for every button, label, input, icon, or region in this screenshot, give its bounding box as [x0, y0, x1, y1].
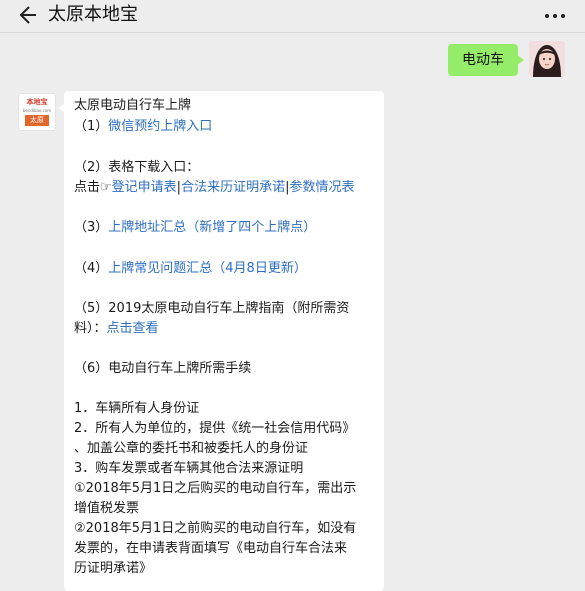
registration-form-link[interactable]: 登记申请表 [112, 180, 177, 195]
bot-avatar[interactable]: 本地宝 bendibao.com 太原 [18, 93, 56, 131]
reply-item-6: （6）电动自行车上牌所需手续 [74, 361, 252, 376]
requirement-3: 3．购车发票或者车辆其他合法来源证明 [74, 461, 304, 476]
reply-item-2: （2）表格下载入口： [74, 160, 200, 175]
reply-item-4: （4）上牌常见问题汇总（4月8日更新） [74, 259, 379, 279]
requirement-2: 2．所有人为单位的，提供《统一社会信用代码》 [74, 421, 356, 436]
top-bar: 太原本地宝 [0, 0, 585, 33]
requirement-3a-cont: 增值税发票 [74, 501, 140, 516]
reply-item-5: （5）2019太原电动自行车上牌指南（附所需资 [74, 301, 350, 316]
avatar-logo-city: 太原 [25, 115, 49, 126]
reply-item-2-links: 点击☞登记申请表|合法来历证明承诺|参数情况表 [74, 178, 379, 198]
chat-title: 太原本地宝 [48, 4, 138, 25]
parameter-form-link[interactable]: 参数情况表 [289, 180, 354, 195]
legal-origin-promise-link[interactable]: 合法来历证明承诺 [181, 180, 285, 195]
avatar-logo-text: 本地宝 [26, 98, 48, 106]
view-guide-link[interactable]: 点击查看 [107, 321, 159, 336]
requirement-3a: ①2018年5月1日之后购买的电动自行车，需出示 [74, 481, 357, 496]
item-3-prefix: （3） [74, 220, 109, 235]
item-5-prefix: 料）： [74, 321, 107, 336]
more-dots-icon[interactable] [543, 7, 567, 25]
user-avatar[interactable] [529, 41, 565, 77]
reply-item-1: （1）微信预约上牌入口 [74, 117, 379, 137]
user-avatar-image [529, 41, 565, 77]
click-prefix: 点击☞ [74, 180, 112, 195]
requirement-3b-cont2: 历证明承诺》 [74, 561, 153, 576]
reply-item-5-cont: 料）：点击查看 [74, 319, 379, 339]
requirement-1: 1．车辆所有人身份证 [74, 401, 200, 416]
item-4-prefix: （4） [74, 261, 109, 276]
user-message-bubble: 电动车 [448, 44, 524, 76]
reply-item-3: （3）上牌地址汇总（新增了四个上牌点） [74, 218, 379, 238]
item-1-prefix: （1） [74, 119, 109, 134]
back-arrow-icon[interactable] [14, 3, 38, 27]
requirement-3b-cont: 发票的，在申请表背面填写《电动自行车合法来 [74, 541, 348, 556]
avatar-logo-domain: bendibao.com [22, 108, 52, 113]
address-summary-link[interactable]: 上牌地址汇总（新增了四个上牌点） [108, 220, 316, 235]
reply-message-bubble: 太原电动自行车上牌 （1）微信预约上牌入口 （2）表格下载入口： 点击☞登记申请… [58, 91, 384, 591]
requirement-3b: ②2018年5月1日之前购买的电动自行车，如没有 [74, 521, 357, 536]
faq-summary-link[interactable]: 上牌常见问题汇总（4月8日更新） [108, 261, 307, 276]
reply-heading: 太原电动自行车上牌 [74, 98, 192, 113]
wechat-booking-link[interactable]: 微信预约上牌入口 [108, 119, 212, 134]
requirement-2-cont: 、加盖公章的委托书和被委托人的身份证 [74, 441, 309, 456]
